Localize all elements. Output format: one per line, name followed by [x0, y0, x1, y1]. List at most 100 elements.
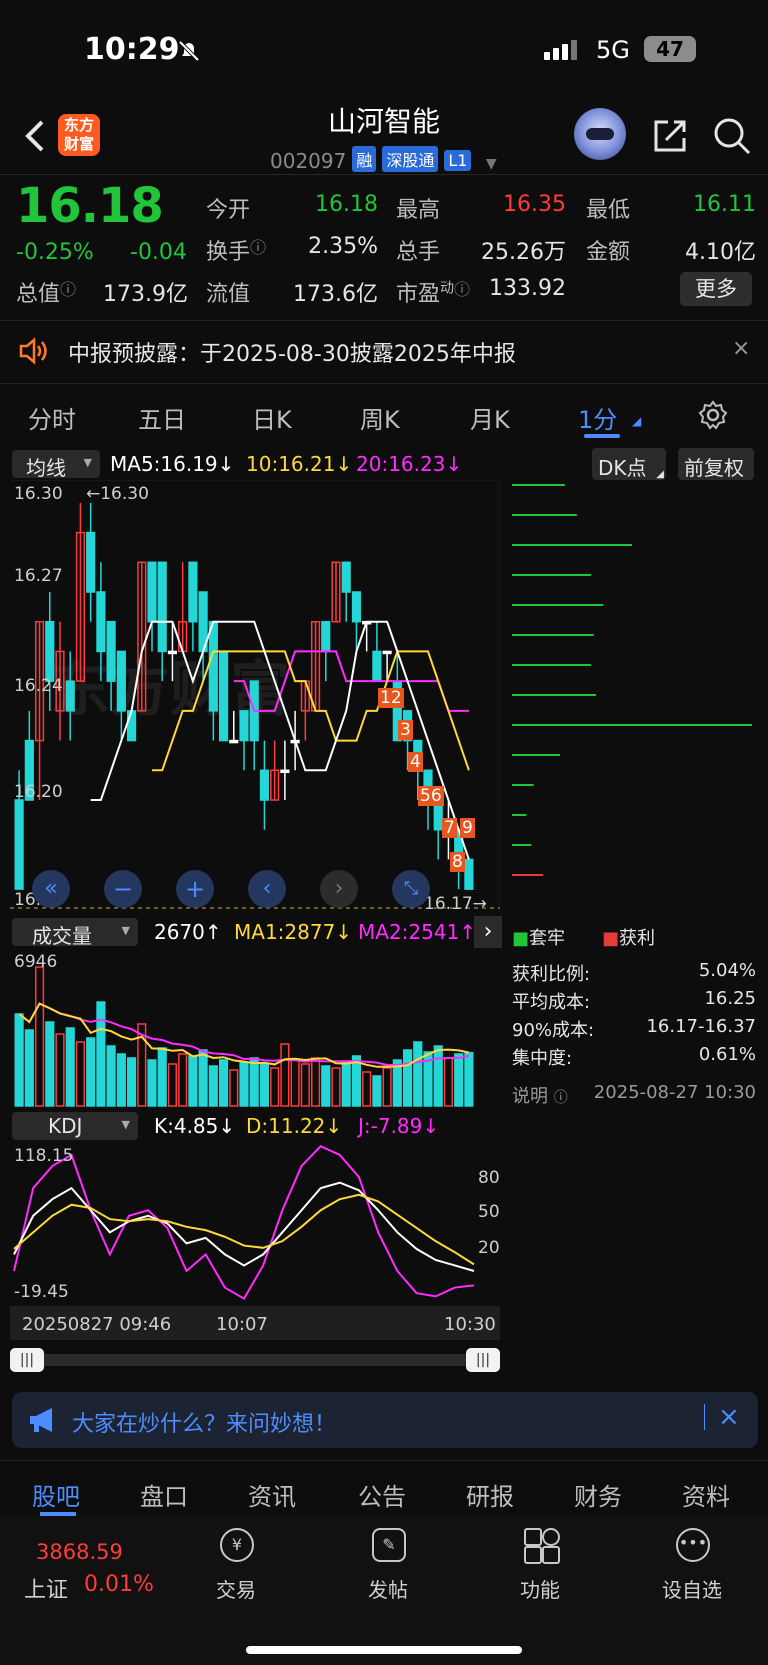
volume-bar: [198, 1049, 208, 1107]
tab-research[interactable]: 研报: [466, 1477, 514, 1512]
candle: [157, 561, 167, 653]
close-icon[interactable]: ×: [732, 336, 750, 361]
share-icon[interactable]: [650, 116, 690, 156]
pe-value: 133.92: [489, 276, 566, 301]
vol-ma2: MA2:2541↑: [358, 920, 477, 944]
battery-icon: 47: [644, 36, 696, 62]
network-type: 5G: [596, 36, 630, 64]
close-icon[interactable]: ×: [718, 1402, 740, 1432]
tab-announcement[interactable]: 公告: [358, 1477, 406, 1512]
high-label: 最高: [396, 198, 441, 223]
kdj-indicator-select[interactable]: KDJ ▼: [12, 1112, 138, 1140]
volume-bar: [86, 1037, 96, 1107]
scroll-left-button[interactable]: ‹: [248, 870, 286, 908]
info-icon: ⓘ: [60, 280, 77, 299]
info-icon: ⓘ: [454, 280, 471, 299]
candle: [167, 650, 178, 655]
range-handle-left[interactable]: |||: [10, 1348, 44, 1372]
gear-icon[interactable]: [698, 400, 728, 430]
grid-icon[interactable]: [524, 1528, 560, 1564]
robot-avatar[interactable]: [574, 108, 626, 160]
candle: [259, 769, 270, 801]
float-value: 173.6亿: [293, 282, 378, 307]
tab-finance[interactable]: 财务: [574, 1477, 622, 1512]
adjust-label: 前复权: [684, 456, 744, 480]
chip-bar: [512, 544, 632, 546]
tab-daily-k[interactable]: 日K: [252, 400, 292, 435]
bottom-tab-underline: [40, 1512, 76, 1516]
ma10-value: 10:16.21↓: [246, 452, 353, 476]
index-change[interactable]: 0.01%: [84, 1572, 154, 1597]
chip-row: 集中度: 0.61%: [512, 1044, 756, 1070]
status-bar: 10:29 5G 47: [0, 0, 768, 100]
dk-label: DK点: [598, 456, 647, 480]
scroll-left-fast-button[interactable]: «: [32, 870, 70, 908]
volume-bar: [300, 1063, 310, 1107]
range-scrollbar[interactable]: [10, 1354, 500, 1366]
more-button[interactable]: 更多: [680, 272, 752, 306]
tab-pankou[interactable]: 盘口: [140, 1477, 188, 1512]
tab-news[interactable]: 资讯: [248, 1477, 296, 1512]
chip-bar: [512, 514, 577, 516]
kdj-select-label: KDJ: [48, 1114, 83, 1138]
candle: [45, 620, 55, 682]
range-handle-right[interactable]: |||: [466, 1348, 500, 1372]
turnover-value: 2.35%: [308, 234, 378, 259]
pe-label[interactable]: 市盈动ⓘ: [396, 276, 470, 308]
volume-bar: [116, 1053, 126, 1107]
tab-five-day[interactable]: 五日: [138, 400, 186, 435]
chip-bar: [512, 574, 592, 576]
caret-down-icon: ▼: [485, 156, 497, 172]
candle: [86, 531, 96, 593]
turnover-label[interactable]: 换手ⓘ: [206, 234, 266, 266]
nav-post[interactable]: 发帖: [338, 1574, 438, 1603]
index-name[interactable]: 上证: [24, 1572, 68, 1604]
indicator-select-label: 均线: [26, 456, 66, 480]
chip-row-value: 16.17-16.37: [646, 1016, 756, 1037]
mktcap-label[interactable]: 总值ⓘ: [16, 276, 76, 308]
dk-point-button[interactable]: DK点 ◢: [592, 448, 666, 480]
volume-bar: [402, 1049, 413, 1107]
stock-subtitle[interactable]: 002097 融深股通 L1 ▼: [270, 146, 497, 173]
scroll-right-button[interactable]: ›: [320, 870, 358, 908]
nav-add-watchlist[interactable]: 设自选: [642, 1574, 742, 1603]
chip-row-label: 集中度:: [512, 1048, 573, 1069]
tab-profile[interactable]: 资料: [682, 1477, 730, 1512]
notice-text: 中报预披露：于2025-08-30披露2025年中报: [68, 342, 516, 367]
tab-monthly-k[interactable]: 月K: [470, 400, 510, 435]
tab-1min[interactable]: 1分: [578, 400, 617, 435]
more-dots-icon[interactable]: •••: [676, 1528, 710, 1562]
volume-indicator-select[interactable]: 成交量 ▼: [12, 918, 138, 948]
zoom-in-button[interactable]: +: [176, 870, 214, 908]
tab-weekly-k[interactable]: 周K: [360, 400, 400, 435]
zoom-out-button[interactable]: −: [104, 870, 142, 908]
chip-row-label: 90%成本:: [512, 1020, 595, 1041]
tab-guba[interactable]: 股吧: [32, 1477, 80, 1512]
chevron-right-icon[interactable]: ›: [474, 916, 502, 948]
kline-chart[interactable]: 东方财富: [10, 480, 500, 912]
candle: [96, 591, 106, 653]
tab-intraday[interactable]: 分时: [28, 400, 76, 435]
chip-note-time: 2025-08-27 10:30: [593, 1082, 756, 1103]
index-value[interactable]: 3868.59: [36, 1540, 123, 1564]
chip-row-value: 16.25: [704, 988, 756, 1009]
caret-icon: ◢: [632, 414, 642, 428]
trade-icon[interactable]: ¥: [220, 1528, 254, 1562]
post-icon[interactable]: ✎: [372, 1528, 406, 1562]
search-icon[interactable]: [712, 116, 752, 156]
chip-row-value: 5.04%: [698, 960, 756, 981]
chip-bar: [512, 844, 532, 846]
chip-note[interactable]: 说明 ⓘ 2025-08-27 10:30: [512, 1082, 756, 1108]
change-amount: -0.04: [130, 240, 187, 265]
volume-bar: [45, 1021, 55, 1107]
candle: [147, 561, 157, 623]
candle: [239, 710, 249, 742]
nav-functions[interactable]: 功能: [490, 1574, 590, 1603]
volume-bar: [147, 1059, 157, 1107]
fullscreen-icon[interactable]: ⤡: [392, 870, 430, 908]
indicator-select[interactable]: 均线 ▼: [12, 450, 100, 480]
adjust-button[interactable]: 前复权: [678, 448, 754, 480]
price-axis-3: 16.24: [14, 676, 63, 696]
nav-trade[interactable]: 交易: [186, 1574, 286, 1603]
candle: [65, 680, 75, 712]
